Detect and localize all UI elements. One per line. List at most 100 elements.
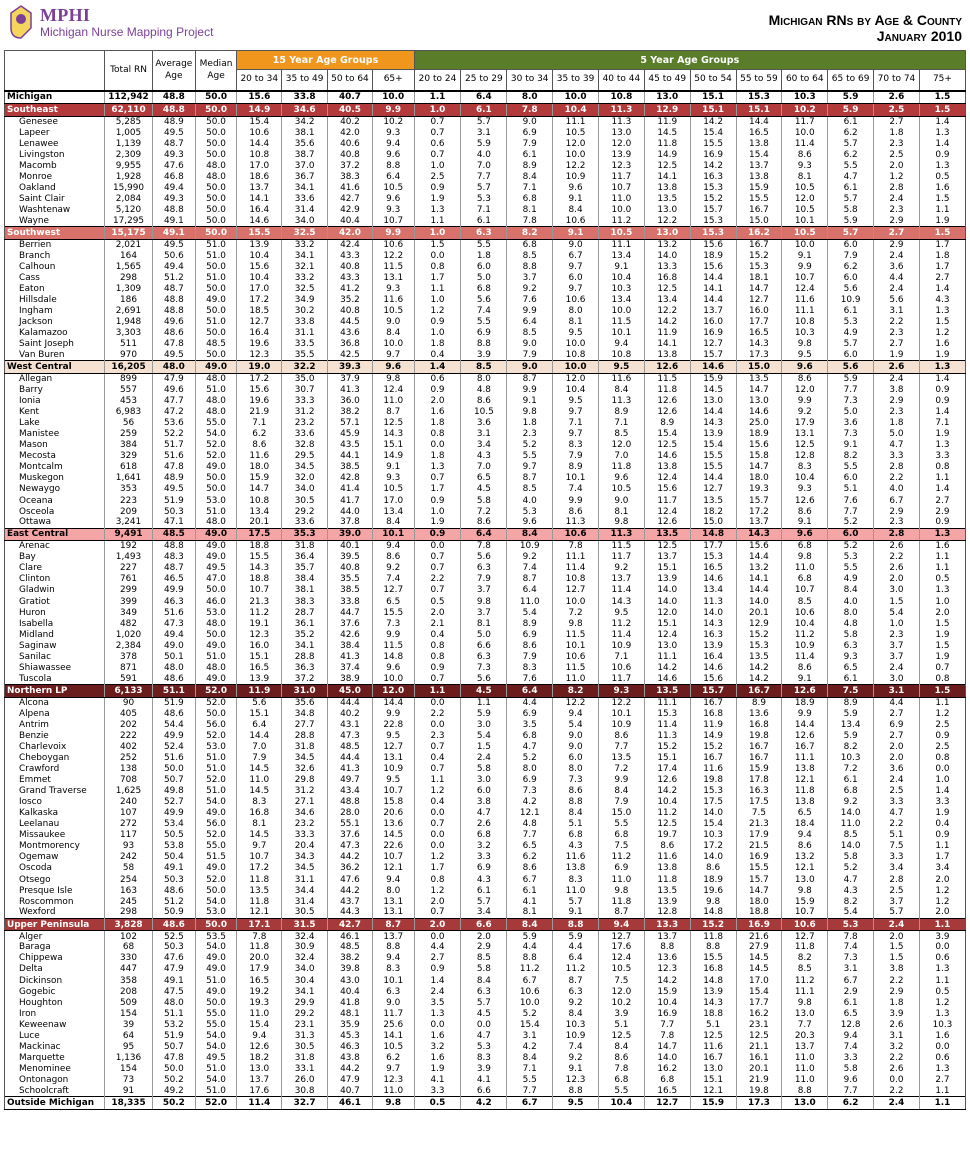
table-cell: 1.5 [918,640,967,652]
table-cell: 7.9 [236,752,282,764]
table-cell: 4.3 [460,450,507,462]
table-cell: 10.9 [506,540,553,552]
table-cell: 0.8 [413,640,461,652]
table-cell: 353 [104,483,153,495]
table-cell: 8.9 [827,697,874,709]
table-cell: 10.0 [506,997,553,1009]
row-label: Iosco [3,796,105,808]
table-cell: 4.7 [506,741,553,753]
table-cell: 43.3 [327,272,373,284]
table-cell: 12.3 [236,349,282,361]
table-cell: 107 [104,807,153,819]
table-cell: 9.1 [506,395,553,407]
table-cell: 0.0 [413,807,461,819]
table-cell: 6.7 [873,495,920,507]
row-label: Midland [3,629,105,641]
row-label: Isabella [3,618,105,630]
row-label: Ogemaw [3,851,105,863]
table-cell: 40.6 [327,138,373,150]
table-cell: 6.7 [506,1096,553,1111]
table-cell: 16.9 [735,917,782,932]
table-cell: 10.6 [552,651,599,663]
table-cell: 2.8 [873,527,920,542]
table-cell: 8.5 [506,250,553,262]
table-cell: 49.5 [151,483,196,495]
table-cell: 38.5 [327,461,373,473]
table-cell: 11.6 [597,373,645,385]
table-cell: 11.1 [643,697,691,709]
table-cell: 6.9 [597,862,645,874]
table-cell: 41.4 [327,483,373,495]
table-cell: 13.3 [643,261,691,273]
county-row: Clare 227 48.7 49.5 14.3 35.7 40.8 9.2 0.7 6.3 7.4… [3,562,967,574]
table-cell: 0.9 [918,384,967,396]
table-cell: 19.7 [643,829,691,841]
table-cell: 53.4 [151,818,196,830]
table-cell: 1.1 [918,204,967,216]
table-cell: 8.5 [460,360,507,374]
county-row: Midland 1,020 49.4 50.0 12.3 35.2 42.6 9.9 0.4 5.… [3,629,967,641]
table-cell: 48.0 [194,160,237,172]
table-cell: 49.5 [151,349,196,361]
table-cell: 8.4 [597,1041,645,1053]
table-cell: 30.9 [281,941,328,953]
table-cell: 8.8 [506,952,553,964]
table-cell: 10.7 [781,907,828,919]
table-cell: 2.3 [873,517,920,529]
table-cell: 15.5 [689,461,737,473]
table-cell: 9.7 [371,1063,415,1075]
table-cell: 31.5 [281,917,328,932]
table-cell: 43.0 [327,975,373,987]
table-cell: 47.3 [151,618,196,630]
table-cell: 12.4 [643,629,691,641]
table-cell: 37.2 [281,673,328,685]
table-cell: 35.5 [327,573,373,585]
table-cell: 5.5 [597,818,645,830]
table-cell: 31.4 [281,204,328,216]
table-cell: 5.7 [460,182,507,194]
table-cell: 48.8 [151,103,196,117]
table-cell: 10.2 [781,103,828,117]
table-cell: 13.0 [643,640,691,652]
table-cell: 9,491 [104,527,153,542]
table-cell: 8.9 [506,618,553,630]
row-label: Alger [3,930,105,942]
table-cell: 14.0 [689,607,737,619]
table-cell: 15.4 [689,439,737,451]
table-cell: 15.2 [735,629,782,641]
table-cell: 49.2 [151,1085,196,1097]
table-cell: 10.0 [597,204,645,216]
table-cell: 14.2 [689,160,737,172]
table-cell: 11.3 [597,116,645,128]
table-cell: 50.0 [194,483,237,495]
table-cell: 34.1 [281,986,328,998]
table-cell: 14.9 [643,149,691,161]
table-cell: 1.1 [918,697,967,709]
table-cell: 47.8 [151,338,196,350]
county-row: Dickinson 358 49.1 51.0 16.5 30.4 43.0 10.1 1.4 8… [3,975,967,987]
row-label: Newaygo [3,483,105,495]
table-cell: 7.0 [460,160,507,172]
table-cell: 3.6 [827,417,874,429]
logo-title: MPHI [40,5,91,25]
logo-subtitle: Michigan Nurse Mapping Project [40,25,214,39]
table-cell: 11.0 [371,1085,415,1097]
table-cell: 1.2 [918,327,967,339]
table-cell: 50.2 [151,1074,196,1086]
table-cell: 44.2 [327,885,373,897]
table-cell: 6.1 [460,103,507,117]
table-cell: 10.8 [597,349,645,361]
table-cell: 4.1 [413,1074,461,1086]
table-cell: 31.3 [281,1030,328,1042]
table-cell: 2.0 [873,741,920,753]
table-cell: 10.7 [371,215,415,227]
table-cell: 0.0 [413,930,461,942]
table-cell: 0.7 [413,741,461,753]
table-cell: 10.9 [827,294,874,306]
table-cell: 6.4 [506,684,553,698]
table-cell: 1.1 [918,1096,967,1111]
table-cell: 50.0 [194,629,237,641]
table-cell: 1.9 [413,517,461,529]
table-cell: 35.2 [327,294,373,306]
table-cell: 1.6 [413,406,461,418]
